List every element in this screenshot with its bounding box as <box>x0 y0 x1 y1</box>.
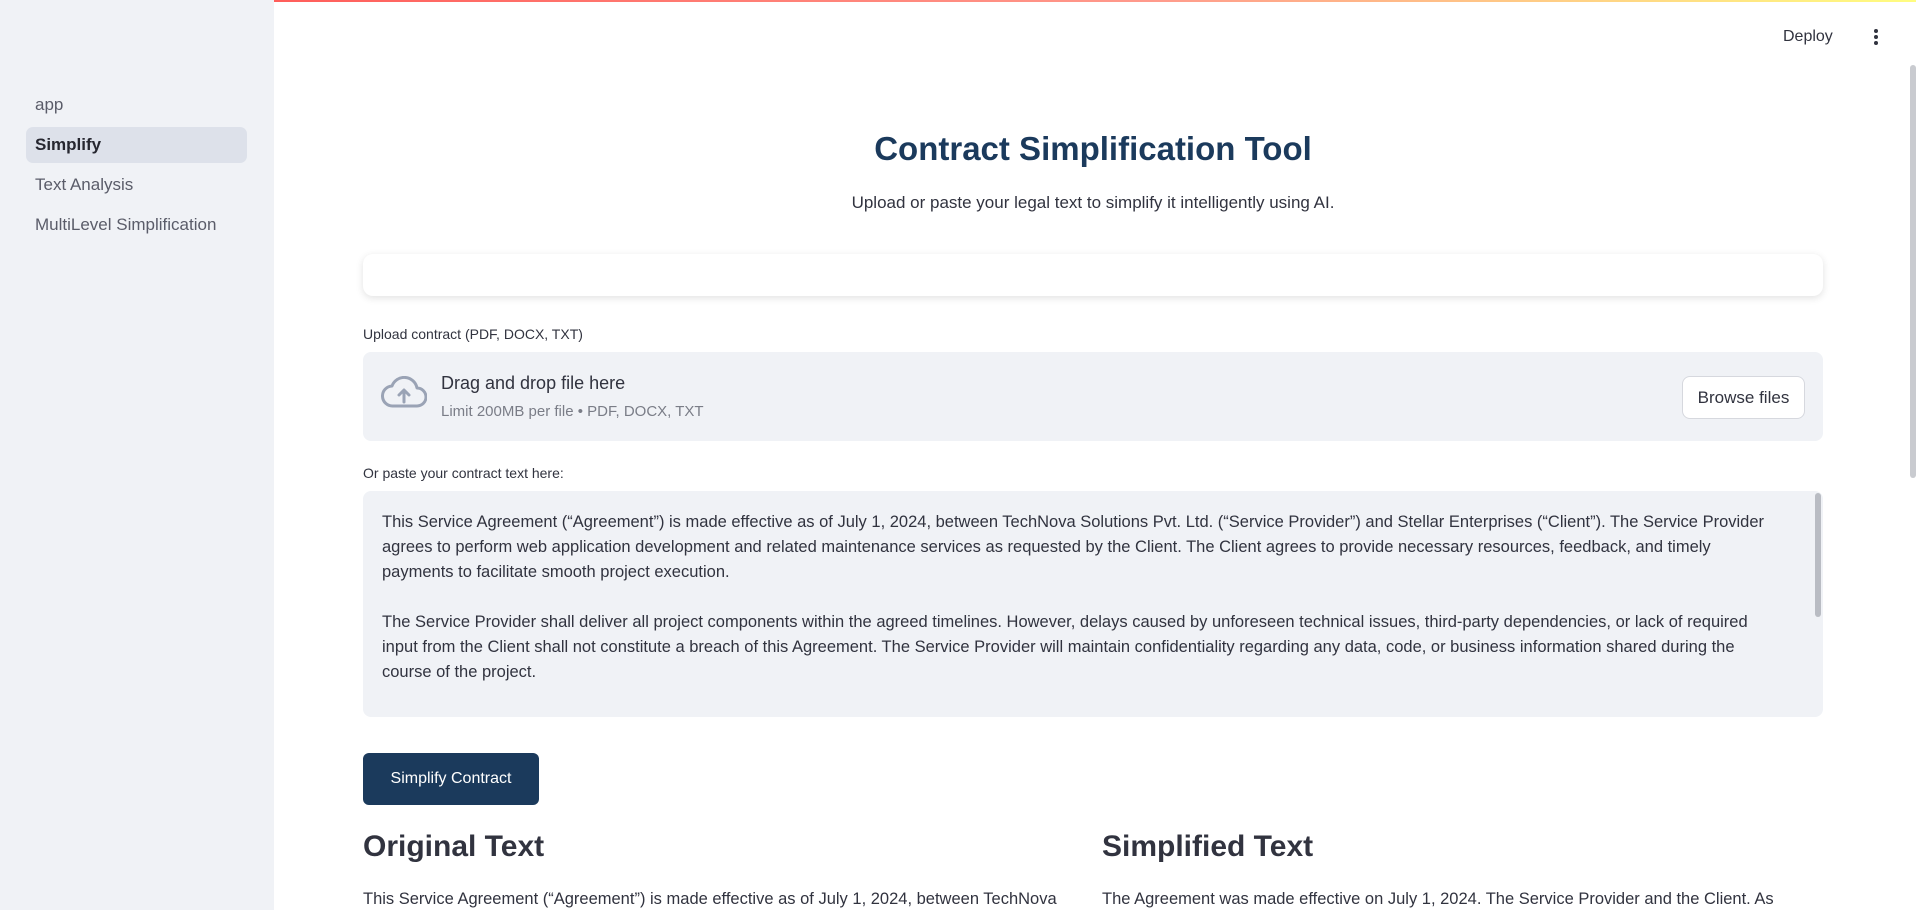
simplified-text-body: The Agreement was made effective on July… <box>1102 890 1774 908</box>
upload-label: Upload contract (PDF, DOCX, TXT) <box>363 326 583 342</box>
empty-card <box>363 254 1823 296</box>
sidebar-item-text-analysis[interactable]: Text Analysis <box>26 167 247 203</box>
paste-label: Or paste your contract text here: <box>363 465 564 481</box>
contract-text-input[interactable]: This Service Agreement (“Agreement”) is … <box>363 491 1823 717</box>
simplify-contract-button[interactable]: Simplify Contract <box>363 753 539 805</box>
contract-paragraph: The Service Provider shall deliver all p… <box>382 613 1748 681</box>
sidebar: app Simplify Text Analysis MultiLevel Si… <box>0 0 274 910</box>
top-decoration-stripe <box>0 0 1916 2</box>
page-subtitle: Upload or paste your legal text to simpl… <box>851 193 1335 212</box>
browse-files-button[interactable]: Browse files <box>1682 376 1805 419</box>
textarea-scrollbar[interactable] <box>1815 493 1821 617</box>
file-dropzone[interactable]: Drag and drop file here Limit 200MB per … <box>363 352 1823 441</box>
more-vertical-icon[interactable] <box>1872 29 1880 47</box>
page-title: Contract Simplification Tool <box>874 130 1312 167</box>
sidebar-item-multilevel-simplification[interactable]: MultiLevel Simplification <box>26 207 247 243</box>
original-text-heading: Original Text <box>363 830 545 863</box>
page-scrollbar[interactable] <box>1910 65 1916 478</box>
dropzone-limit: Limit 200MB per file • PDF, DOCX, TXT <box>441 403 704 420</box>
cloud-upload-icon <box>381 376 427 408</box>
simplified-text-heading: Simplified Text <box>1102 830 1314 863</box>
contract-paragraph: This Service Agreement (“Agreement”) is … <box>382 513 1765 581</box>
sidebar-item-simplify[interactable]: Simplify <box>26 127 247 163</box>
sidebar-nav: app Simplify Text Analysis MultiLevel Si… <box>26 87 247 247</box>
original-text-body: This Service Agreement (“Agreement”) is … <box>363 890 1057 908</box>
dropzone-title: Drag and drop file here <box>441 373 626 393</box>
sidebar-item-app[interactable]: app <box>26 87 247 123</box>
deploy-button[interactable]: Deploy <box>1783 28 1833 46</box>
